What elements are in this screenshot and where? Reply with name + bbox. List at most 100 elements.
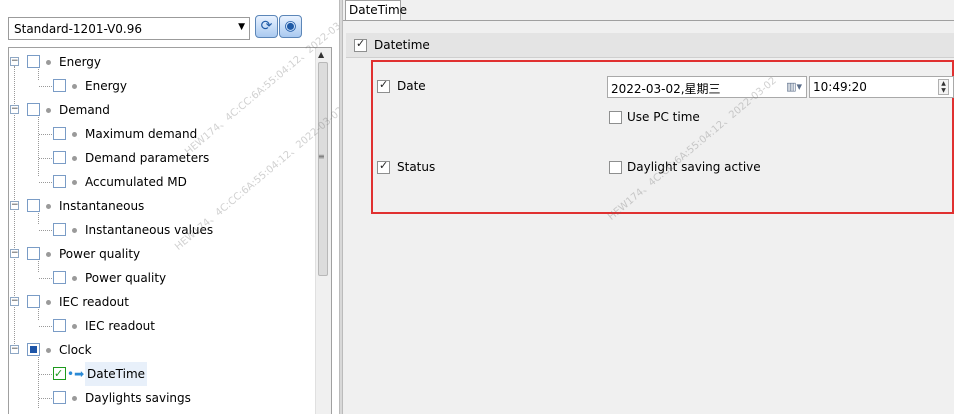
- tree-item-iec-readout-group[interactable]: − IEC readout: [9, 290, 314, 314]
- time-input[interactable]: 10:49:20 ▲ ▼: [809, 76, 954, 98]
- date-input[interactable]: 2022-03-02,星期三 ▥▾: [607, 76, 807, 98]
- collapse-icon[interactable]: −: [10, 201, 19, 210]
- tree-guide-line: [39, 134, 52, 135]
- tree-item-power-quality-group[interactable]: − Power quality: [9, 242, 314, 266]
- tree-scrollbar[interactable]: ▲ ≡: [315, 48, 331, 414]
- date-checkbox[interactable]: [377, 78, 390, 93]
- tree-guide-line: [39, 278, 52, 279]
- connect-icon: ◉: [284, 18, 297, 34]
- calendar-dropdown-icon[interactable]: ▥▾: [786, 80, 802, 93]
- tree-checkbox[interactable]: [53, 271, 66, 284]
- tree-checkbox[interactable]: [53, 319, 66, 332]
- current-arrow-icon: •➡: [67, 367, 85, 381]
- tree-checkbox[interactable]: [27, 295, 40, 308]
- status-checkbox[interactable]: [377, 159, 390, 174]
- datetime-group-label: Datetime: [374, 38, 430, 52]
- refresh-button[interactable]: ⟳: [255, 15, 278, 38]
- tab-datetime[interactable]: DateTime: [345, 0, 407, 20]
- tree-guide-line: [39, 374, 52, 375]
- tree-item-label: Instantaneous: [59, 199, 145, 213]
- tree-item-instantaneous-group[interactable]: − Instantaneous: [9, 194, 314, 218]
- collapse-icon[interactable]: −: [10, 105, 19, 114]
- tree-item-maximum-demand[interactable]: Maximum demand: [9, 122, 314, 146]
- scroll-grip-icon: ≡: [318, 152, 325, 161]
- node-dot-icon: [46, 300, 51, 305]
- connect-button[interactable]: ◉: [279, 15, 302, 38]
- profile-select[interactable]: Standard-1201-V0.96 ▼: [8, 17, 250, 40]
- datetime-checkbox[interactable]: [354, 37, 367, 52]
- datetime-group-header: Datetime: [346, 33, 954, 58]
- profile-select-value: Standard-1201-V0.96: [14, 22, 143, 36]
- node-dot-icon: [46, 108, 51, 113]
- tree-guide-line: [39, 182, 52, 183]
- tree-item-power-quality[interactable]: Power quality: [9, 266, 314, 290]
- tree-checkbox[interactable]: [27, 103, 40, 116]
- tree-item-label: Energy: [59, 55, 102, 69]
- collapse-icon[interactable]: −: [10, 345, 19, 354]
- use-pc-time-label: Use PC time: [627, 110, 700, 124]
- tree-checkbox[interactable]: [27, 247, 40, 260]
- tree-item-daylights-savings[interactable]: Daylights savings: [9, 386, 314, 410]
- tree-checkbox[interactable]: [53, 223, 66, 236]
- tree-item-label: Energy: [85, 79, 128, 93]
- device-tree: − Energy Energy − Demand Maximum demand: [8, 47, 332, 414]
- tree-item-label: Power quality: [85, 271, 167, 285]
- node-dot-icon: [72, 84, 77, 89]
- tree-checkbox[interactable]: [53, 151, 66, 164]
- node-dot-icon: [72, 228, 77, 233]
- tree-item-label: Maximum demand: [85, 127, 198, 141]
- tree-guide-line: [39, 326, 52, 327]
- tree-item-iec-readout[interactable]: IEC readout: [9, 314, 314, 338]
- use-pc-time-checkbox[interactable]: [609, 111, 622, 124]
- node-dot-icon: [72, 132, 77, 137]
- tree-checkbox[interactable]: [53, 175, 66, 188]
- tree-checkbox[interactable]: [27, 199, 40, 212]
- tree-item-label: Demand: [59, 103, 110, 117]
- node-dot-icon: [72, 276, 77, 281]
- time-value: 10:49:20: [813, 80, 867, 94]
- tree-guide-line: [39, 230, 52, 231]
- tree-checkbox[interactable]: [53, 362, 66, 386]
- node-dot-icon: [46, 204, 51, 209]
- daylight-saving-checkbox[interactable]: [609, 161, 622, 174]
- tree-checkbox[interactable]: [27, 343, 40, 356]
- collapse-icon[interactable]: −: [10, 57, 19, 66]
- collapse-icon[interactable]: −: [10, 249, 19, 258]
- tree-item-label: IEC readout: [59, 295, 129, 309]
- status-label: Status: [397, 160, 436, 174]
- node-dot-icon: [46, 60, 51, 65]
- tree-item-label: Clock: [59, 343, 92, 357]
- daylight-saving-label: Daylight saving active: [627, 160, 761, 174]
- tree-item-label: DateTime: [85, 362, 148, 386]
- collapse-icon[interactable]: −: [10, 297, 19, 306]
- tree-item-label: Daylights savings: [85, 391, 191, 405]
- date-label: Date: [397, 79, 426, 93]
- node-dot-icon: [46, 252, 51, 257]
- tree-item-datetime[interactable]: •➡ DateTime: [9, 362, 314, 386]
- node-dot-icon: [46, 348, 51, 353]
- detail-pane: DateTime Datetime Date 2022-03-02,星期三 ▥▾…: [343, 0, 954, 414]
- tree-item-clock-group[interactable]: − Clock: [9, 338, 314, 362]
- tree-checkbox[interactable]: [53, 79, 66, 92]
- tree-checkbox[interactable]: [53, 391, 66, 404]
- dropdown-arrow-icon[interactable]: ▼: [238, 22, 245, 32]
- date-value: 2022-03-02,星期三: [611, 82, 721, 96]
- scroll-up-icon[interactable]: ▲: [318, 50, 324, 59]
- tree-checkbox[interactable]: [53, 127, 66, 140]
- tree-item-energy[interactable]: Energy: [9, 74, 314, 98]
- tree-item-demand-parameters[interactable]: Demand parameters: [9, 146, 314, 170]
- tree-item-label: Demand parameters: [85, 151, 210, 165]
- time-spinner-icon[interactable]: ▲ ▼: [938, 79, 949, 95]
- node-dot-icon: [72, 156, 77, 161]
- tree-item-instantaneous-values[interactable]: Instantaneous values: [9, 218, 314, 242]
- node-dot-icon: [72, 324, 77, 329]
- scroll-thumb[interactable]: [318, 62, 328, 276]
- tree-item-accumulated-md[interactable]: Accumulated MD: [9, 170, 314, 194]
- tree-guide-line: [39, 398, 52, 399]
- tree-checkbox[interactable]: [27, 55, 40, 68]
- tree-item-label: IEC readout: [85, 319, 155, 333]
- tab-divider: [343, 20, 954, 21]
- tree-item-energy-group[interactable]: − Energy: [9, 50, 314, 74]
- node-dot-icon: [72, 180, 77, 185]
- tree-item-demand-group[interactable]: − Demand: [9, 98, 314, 122]
